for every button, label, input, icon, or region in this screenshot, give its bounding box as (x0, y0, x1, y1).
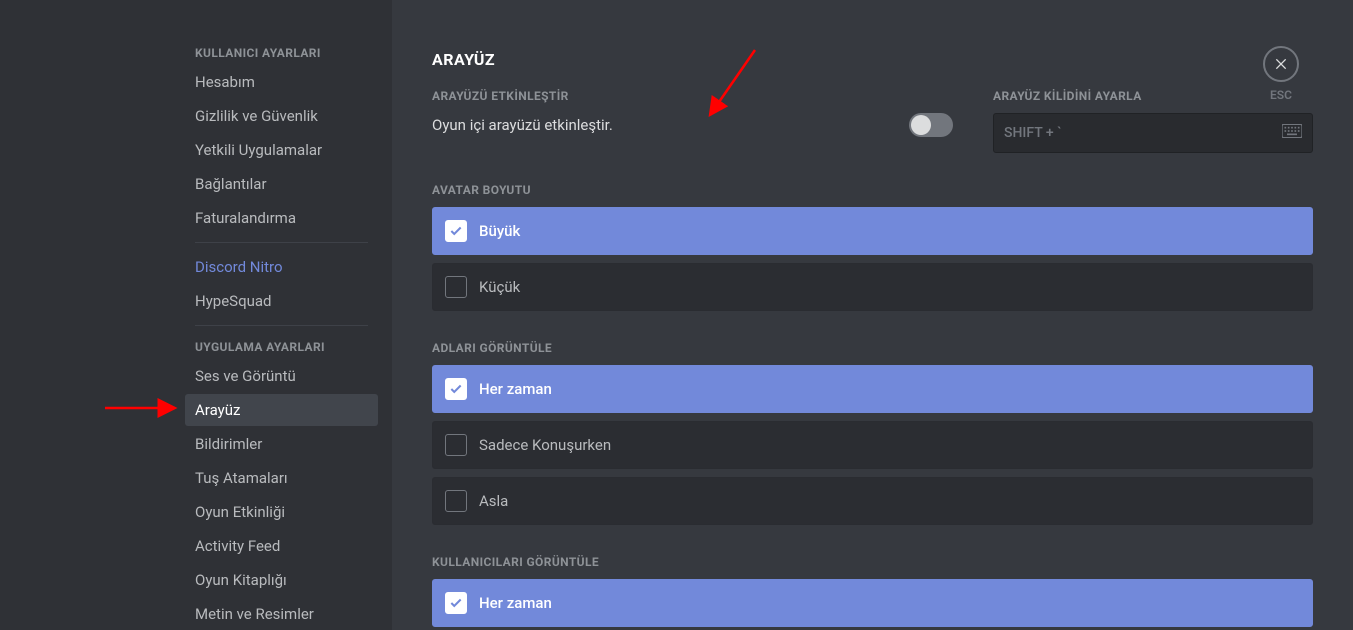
sidebar-item-ses[interactable]: Ses ve Görüntü (185, 360, 378, 392)
sidebar-item-yetkili[interactable]: Yetkili Uygulamalar (185, 134, 378, 166)
option-label: Her zaman (479, 594, 552, 612)
sidebar-separator (195, 242, 368, 243)
checkbox-icon (445, 276, 467, 298)
sidebar-item-baglantilar[interactable]: Bağlantılar (185, 168, 378, 200)
sidebar-item-hesabim[interactable]: Hesabım (185, 66, 378, 98)
keyboard-icon (1282, 124, 1302, 142)
settings-content: ARAYÜZ ARAYÜZÜ ETKİNLEŞTİR Oyun içi aray… (392, 0, 1353, 630)
checkbox-icon (445, 434, 467, 456)
display-names-label: ADLARI GÖRÜNTÜLE (432, 341, 1313, 355)
sidebar-item-faturalandirma[interactable]: Faturalandırma (185, 202, 378, 234)
checkbox-icon (445, 220, 467, 242)
close-settings: ESC (1263, 46, 1299, 102)
sidebar-item-bildirimler[interactable]: Bildirimler (185, 428, 378, 460)
option-kucuk[interactable]: Küçük (432, 263, 1313, 311)
checkbox-icon (445, 490, 467, 512)
sidebar-item-kitaplik[interactable]: Oyun Kitaplığı (185, 564, 378, 596)
option-label: Büyük (479, 222, 520, 240)
close-button[interactable] (1263, 46, 1299, 82)
sidebar-item-nitro[interactable]: Discord Nitro (185, 251, 378, 283)
checkbox-icon (445, 592, 467, 614)
display-users-section: KULLANICILARI GÖRÜNTÜLE Her zaman Sadece… (432, 555, 1313, 630)
keybind-value: SHIFT + ` (1004, 125, 1062, 141)
sidebar-item-hypesquad[interactable]: HypeSquad (185, 285, 378, 317)
display-names-section: ADLARI GÖRÜNTÜLE Her zaman Sadece Konuşu… (432, 341, 1313, 525)
option-label: Her zaman (479, 380, 552, 398)
sidebar-item-oyun[interactable]: Oyun Etkinliği (185, 496, 378, 528)
toggle-knob (911, 115, 931, 135)
sidebar-item-metin[interactable]: Metin ve Resimler (185, 598, 378, 630)
sidebar-item-arayuz[interactable]: Arayüz (185, 394, 378, 426)
option-buyuk[interactable]: Büyük (432, 207, 1313, 255)
settings-sidebar: KULLANICI AYARLARI Hesabım Gizlilik ve G… (0, 0, 392, 630)
sidebar-group-header: KULLANICI AYARLARI (185, 40, 378, 66)
enable-overlay-label: ARAYÜZÜ ETKİNLEŞTİR (432, 89, 953, 103)
enable-overlay-toggle[interactable] (909, 113, 953, 137)
sidebar-group-header: UYGULAMA AYARLARI (185, 334, 378, 360)
checkbox-icon (445, 378, 467, 400)
option-label: Sadece Konuşurken (479, 436, 611, 454)
page-title: ARAYÜZ (432, 50, 1313, 69)
enable-overlay-text: Oyun içi arayüzü etkinleştir. (432, 116, 613, 134)
sidebar-item-activity[interactable]: Activity Feed (185, 530, 378, 562)
sidebar-separator (195, 325, 368, 326)
option-her-zaman[interactable]: Her zaman (432, 365, 1313, 413)
option-sadece-konusurken[interactable]: Sadece Konuşurken (432, 421, 1313, 469)
option-her-zaman-2[interactable]: Her zaman (432, 579, 1313, 627)
avatar-size-label: AVATAR BOYUTU (432, 183, 1313, 197)
close-icon (1273, 56, 1289, 72)
sidebar-item-gizlilik[interactable]: Gizlilik ve Güvenlik (185, 100, 378, 132)
enable-overlay-row: ARAYÜZÜ ETKİNLEŞTİR Oyun içi arayüzü etk… (432, 89, 1313, 153)
option-label: Asla (479, 492, 508, 510)
option-label: Küçük (479, 278, 520, 296)
display-users-label: KULLANICILARI GÖRÜNTÜLE (432, 555, 1313, 569)
overlay-lock-keybind[interactable]: SHIFT + ` (993, 113, 1313, 153)
option-asla[interactable]: Asla (432, 477, 1313, 525)
sidebar-item-tus[interactable]: Tuş Atamaları (185, 462, 378, 494)
avatar-size-section: AVATAR BOYUTU Büyük Küçük (432, 183, 1313, 311)
close-label: ESC (1263, 88, 1299, 102)
